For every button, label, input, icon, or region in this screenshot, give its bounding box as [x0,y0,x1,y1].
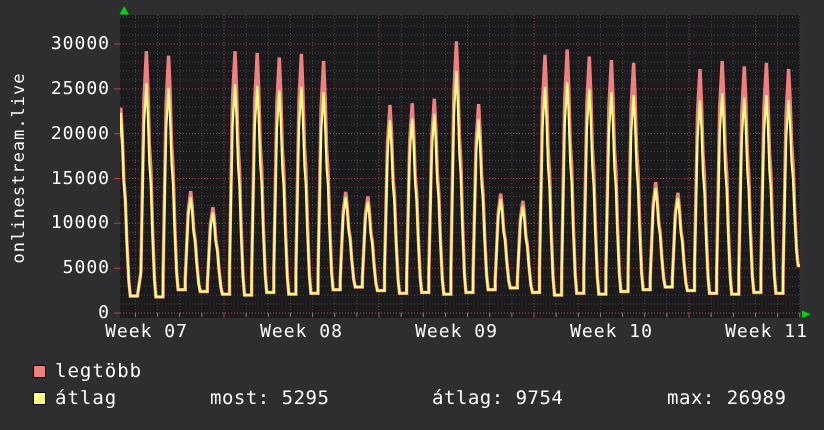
legend-item-atlag: átlag [33,388,117,408]
y-tick-label: 20000 [50,122,110,144]
legend-label: legtöbb [55,359,143,382]
y-tick-label: 30000 [50,33,110,54]
y-tick-label: 10000 [50,212,110,234]
x-tick-label: Week 08 [260,321,343,342]
y-tick-label: 0 [98,302,110,323]
legend-swatch-red [33,364,46,378]
y-tick-label: 25000 [50,77,110,99]
x-tick-label: Week 09 [415,321,498,342]
y-axis-arrow-icon [119,6,129,15]
legend-label: átlag [55,386,118,409]
y-tick-label: 5000 [62,257,110,279]
legend-swatch-yellow [33,391,46,405]
stat-max: max: 26989 [667,387,787,409]
x-tick-label: Week 11 [725,321,808,342]
y-tick-label: 15000 [50,167,110,189]
stat-atlag: átlag: 9754 [432,387,564,409]
stat-most: most: 5295 [210,387,330,409]
x-tick-label: Week 10 [570,321,653,342]
legend-item-legtobb: legtöbb [33,361,142,381]
x-axis-arrow-icon [802,310,811,318]
x-tick-label: Week 07 [105,321,188,342]
rrd-graph: onlinestream.live 0 5000 10000 15000 20000 25… [0,0,824,430]
